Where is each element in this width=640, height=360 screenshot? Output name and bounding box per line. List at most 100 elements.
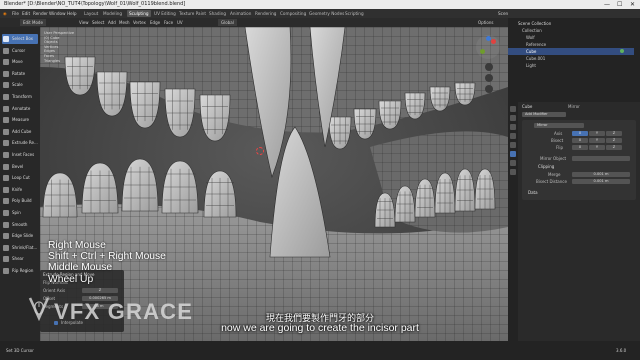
tool-add-cube[interactable]: Add Cube bbox=[2, 127, 38, 137]
bisect-x-toggle[interactable]: X bbox=[572, 138, 588, 143]
mirror-object-field[interactable] bbox=[572, 156, 630, 161]
flip-z-toggle[interactable]: Z bbox=[606, 145, 622, 150]
outliner-row-cube[interactable]: Cube bbox=[508, 48, 634, 55]
tool-shrink-flat[interactable]: Shrink/Flat... bbox=[2, 243, 38, 253]
outliner-row-reference[interactable]: Reference bbox=[518, 41, 546, 48]
output-tab-icon[interactable] bbox=[510, 124, 516, 130]
outliner-scene-collection[interactable]: Scene Collection bbox=[518, 20, 551, 27]
tool-knife[interactable]: Knife bbox=[2, 185, 38, 195]
tab-scripting[interactable]: Scripting bbox=[343, 10, 366, 17]
tool-poly-build[interactable]: Poly Build bbox=[2, 196, 38, 206]
tool-label: Select Box bbox=[12, 36, 34, 41]
tool-tab-icon[interactable] bbox=[510, 106, 516, 112]
tool-loop-cut[interactable]: Loop Cut bbox=[2, 173, 38, 183]
tab-uv-editing[interactable]: UV Editing bbox=[152, 10, 178, 17]
outliner-row-collection[interactable]: Collection bbox=[518, 27, 542, 34]
transform-orientation[interactable]: Global bbox=[218, 19, 237, 26]
outliner-row-wolf[interactable]: Wolf bbox=[518, 34, 535, 41]
tab-compositing[interactable]: Compositing bbox=[278, 10, 308, 17]
tab-shading[interactable]: Shading bbox=[207, 10, 228, 17]
bisect-distance-field[interactable]: 0.001 m bbox=[572, 179, 630, 184]
mode-selector[interactable]: Edit Mode bbox=[20, 19, 46, 26]
outliner-row-light[interactable]: Light bbox=[518, 62, 536, 69]
merge-field[interactable]: 0.001 m bbox=[572, 172, 630, 177]
camera-view-icon[interactable] bbox=[485, 85, 493, 93]
tool-move[interactable]: Move bbox=[2, 57, 38, 67]
bisect-y-toggle[interactable]: Y bbox=[589, 138, 605, 143]
scene-tab-icon[interactable] bbox=[510, 133, 516, 139]
z-axis-icon[interactable] bbox=[486, 36, 491, 41]
flip-x-toggle[interactable]: X bbox=[572, 145, 588, 150]
tool-inset-faces[interactable]: Inset Faces bbox=[2, 150, 38, 160]
pan-icon[interactable] bbox=[485, 74, 493, 82]
minimize-button[interactable]: — bbox=[604, 0, 610, 9]
render-tab-icon[interactable] bbox=[510, 115, 516, 121]
menu-face[interactable]: Face bbox=[164, 18, 173, 27]
tab-texture-paint[interactable]: Texture Paint bbox=[177, 10, 208, 17]
tab-rendering[interactable]: Rendering bbox=[253, 10, 278, 17]
flip-y-toggle[interactable]: Y bbox=[589, 145, 605, 150]
tool-extrude-re[interactable]: Extrude Re... bbox=[2, 138, 38, 148]
flip-label: Flip bbox=[556, 145, 564, 150]
axis-y-toggle[interactable]: Y bbox=[589, 131, 605, 136]
tool-icon bbox=[3, 128, 9, 135]
tab-geometry-nodes[interactable]: Geometry Nodes bbox=[307, 10, 346, 17]
maximize-button[interactable]: ☐ bbox=[617, 0, 622, 9]
tool-transform[interactable]: Transform bbox=[2, 92, 38, 102]
bisect-z-toggle[interactable]: Z bbox=[606, 138, 622, 143]
data-tab-icon[interactable] bbox=[510, 169, 516, 175]
tab-animation[interactable]: Animation bbox=[228, 10, 253, 17]
tool-edge-slide[interactable]: Edge Slide bbox=[2, 231, 38, 241]
redo-orient-axis-field[interactable]: Z bbox=[82, 288, 118, 293]
menu-select[interactable]: Select bbox=[92, 18, 104, 27]
tool-scale[interactable]: Scale bbox=[2, 80, 38, 90]
menu-uv[interactable]: UV bbox=[177, 18, 183, 27]
menu-mesh[interactable]: Mesh bbox=[119, 18, 130, 27]
physics-tab-icon[interactable] bbox=[510, 160, 516, 166]
menu-edit[interactable]: Edit bbox=[22, 9, 30, 18]
close-button[interactable]: ✕ bbox=[630, 0, 635, 9]
tab-modeling[interactable]: Modeling bbox=[101, 10, 124, 17]
tool-measure[interactable]: Measure bbox=[2, 115, 38, 125]
mirror-name-field[interactable]: Mirror bbox=[534, 123, 584, 128]
blender-logo-icon[interactable]: ◉ bbox=[3, 9, 7, 18]
tab-layout[interactable]: Layout bbox=[82, 10, 100, 17]
menu-edge[interactable]: Edge bbox=[150, 18, 160, 27]
tool-cursor[interactable]: Cursor bbox=[2, 46, 38, 56]
tool-shear[interactable]: Shear bbox=[2, 254, 38, 264]
tab-sculpting[interactable]: Sculpting bbox=[127, 10, 151, 17]
menu-window[interactable]: Window bbox=[49, 9, 66, 18]
menu-help[interactable]: Help bbox=[67, 9, 77, 18]
menu-view[interactable]: View bbox=[79, 18, 89, 27]
tool-spin[interactable]: Spin bbox=[2, 208, 38, 218]
object-tab-icon[interactable] bbox=[510, 142, 516, 148]
tool-select-box[interactable]: Select Box bbox=[2, 34, 38, 44]
x-axis-icon[interactable] bbox=[491, 39, 496, 44]
upper-tooth bbox=[404, 92, 426, 120]
tool-annotate[interactable]: Annotate bbox=[2, 104, 38, 114]
tool-smooth[interactable]: Smooth bbox=[2, 220, 38, 230]
y-axis-icon[interactable] bbox=[480, 49, 485, 54]
menu-add[interactable]: Add bbox=[108, 18, 116, 27]
redo-orient-axis-label: Orient Axis bbox=[43, 288, 66, 293]
tool-rotate[interactable]: Rotate bbox=[2, 69, 38, 79]
navigation-gizmo[interactable] bbox=[476, 35, 500, 59]
add-modifier-button[interactable]: Add Modifier bbox=[522, 112, 566, 117]
data-section[interactable]: Data bbox=[528, 190, 538, 195]
options-menu[interactable]: Options bbox=[478, 18, 493, 27]
tool-rip-region[interactable]: Rip Region bbox=[2, 266, 38, 276]
lower-tooth bbox=[434, 172, 456, 214]
tool-label: Rotate bbox=[12, 70, 26, 76]
menu-file[interactable]: File bbox=[12, 9, 19, 18]
menu-vertex[interactable]: Vertex bbox=[133, 18, 146, 27]
clipping-section[interactable]: Clipping bbox=[538, 164, 554, 169]
zoom-icon[interactable] bbox=[485, 63, 493, 71]
menu-render[interactable]: Render bbox=[33, 9, 48, 18]
viewport-stats: User Perspective (0) Cube Objects Vertic… bbox=[44, 31, 74, 63]
axis-x-toggle[interactable]: X bbox=[572, 131, 588, 136]
properties-tab-strip bbox=[508, 102, 518, 341]
outliner-row-cube-001[interactable]: Cube.001 bbox=[518, 55, 545, 62]
modifier-tab-icon[interactable] bbox=[510, 151, 516, 157]
axis-z-toggle[interactable]: Z bbox=[606, 131, 622, 136]
tool-bevel[interactable]: Bevel bbox=[2, 162, 38, 172]
